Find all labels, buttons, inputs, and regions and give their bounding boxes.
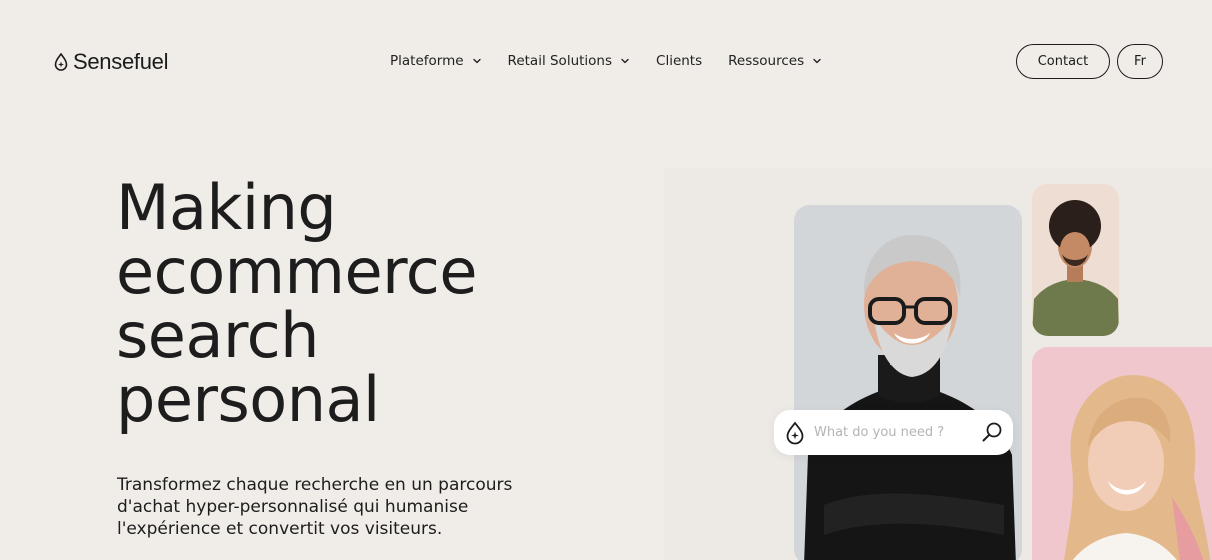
nav-item-label: Retail Solutions <box>507 53 613 69</box>
hero-title-line: ecommerce <box>116 235 477 308</box>
main-nav: Plateforme Retail Solutions Clients Ress… <box>390 50 848 72</box>
nav-item-label: Ressources <box>728 53 805 69</box>
nav-item-retail-solutions[interactable]: Retail Solutions <box>508 53 630 69</box>
portrait-photo-small <box>1032 184 1119 336</box>
contact-button[interactable]: Contact <box>1016 44 1110 79</box>
hero-title: Making ecommerce search personal <box>116 176 636 432</box>
nav-item-label: Clients <box>656 53 703 69</box>
nav-item-label: Plateforme <box>390 53 464 69</box>
brand-name: Sensefuel <box>73 49 169 74</box>
site-header: Sensefuel Plateforme Retail Solutions Cl… <box>0 0 1212 122</box>
magnifier-icon[interactable] <box>980 420 1004 444</box>
brand-logo[interactable]: Sensefuel <box>54 48 168 76</box>
hero-title-line: personal <box>116 363 380 436</box>
hero-title-line: search <box>116 299 319 372</box>
portrait-photo-main <box>794 205 1022 560</box>
drop-logo-icon <box>54 53 68 71</box>
chevron-down-icon <box>472 56 482 66</box>
chevron-down-icon <box>812 56 822 66</box>
nav-item-plateforme[interactable]: Plateforme <box>390 53 482 69</box>
chevron-down-icon <box>620 56 630 66</box>
hero-subtitle: Transformez chaque recherche en un parco… <box>117 475 513 539</box>
hero-title-line: Making <box>116 171 337 244</box>
nav-item-ressources[interactable]: Ressources <box>728 53 822 69</box>
portrait-photo-right <box>1032 347 1212 560</box>
demo-search-bar[interactable] <box>774 410 1013 455</box>
nav-item-clients[interactable]: Clients <box>656 53 702 69</box>
language-switch-button[interactable]: Fr <box>1117 44 1163 79</box>
drop-sparkle-icon <box>786 421 804 445</box>
search-input[interactable] <box>814 422 974 442</box>
